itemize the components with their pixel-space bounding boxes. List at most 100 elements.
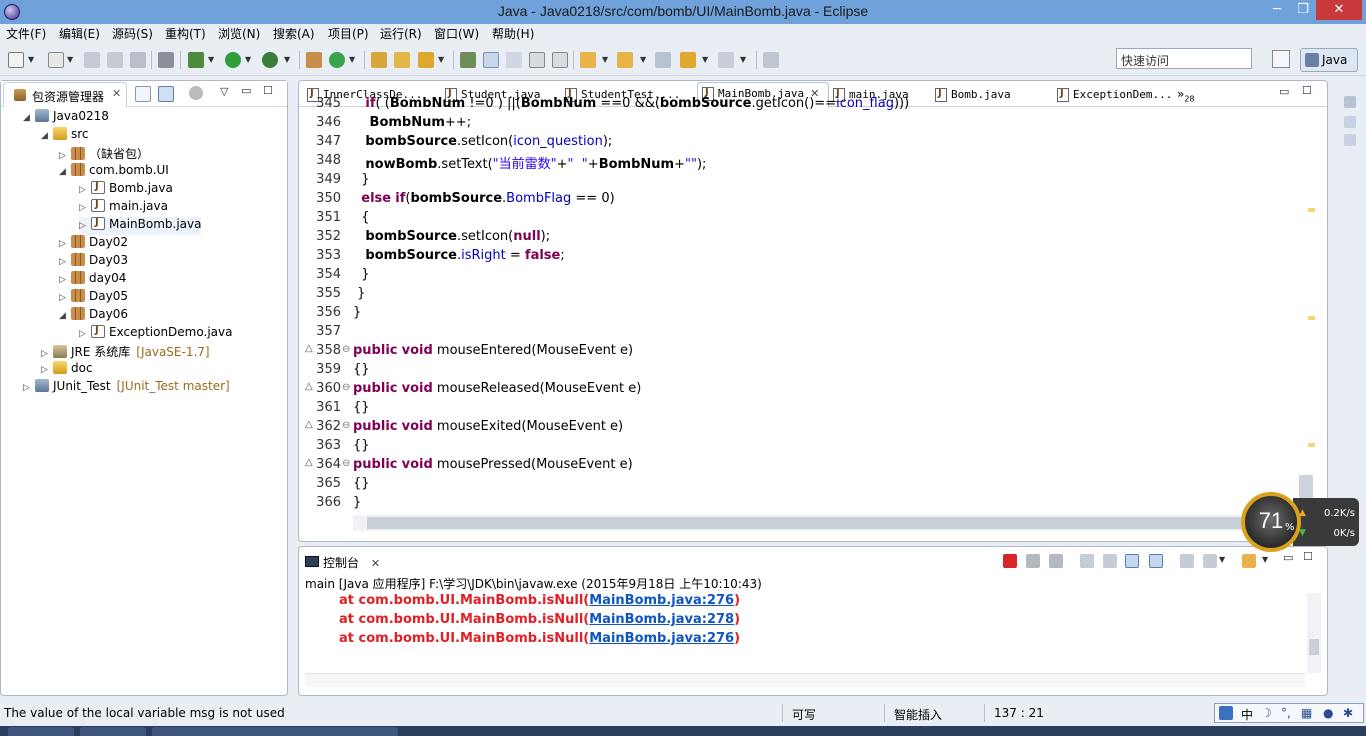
- collapsed-arrow-icon[interactable]: ▷: [41, 365, 53, 375]
- save-all-icon[interactable]: [107, 52, 123, 68]
- task-list-view-icon[interactable]: [1344, 134, 1356, 146]
- collapsed-arrow-icon[interactable]: ▷: [59, 239, 71, 249]
- annotation-icon[interactable]: [506, 52, 522, 68]
- mark-occurrences-icon[interactable]: [483, 52, 499, 68]
- tree-item-day04[interactable]: ▷ day04: [59, 271, 126, 289]
- overview-ruler-marker[interactable]: [1308, 316, 1315, 320]
- skip-breakpoints-icon[interactable]: [158, 52, 174, 68]
- ime-halfwidth-icon[interactable]: ☽: [1261, 706, 1272, 720]
- debug-dropdown-icon[interactable]: ▼: [208, 55, 214, 64]
- display-console-icon[interactable]: [1203, 554, 1217, 568]
- tree-item-com-bomb-ui[interactable]: ◢ com.bomb.UI: [59, 163, 169, 181]
- pin-editor-icon[interactable]: [763, 52, 779, 68]
- tree-item-day02[interactable]: ▷ Day02: [59, 235, 128, 253]
- debug-icon[interactable]: [188, 52, 204, 68]
- collapsed-arrow-icon[interactable]: ▷: [79, 185, 91, 195]
- taskbar-eclipse-icon[interactable]: [210, 727, 276, 736]
- close-button[interactable]: ✕: [1316, 0, 1362, 20]
- collapsed-arrow-icon[interactable]: ▷: [23, 383, 35, 393]
- editor-tab[interactable]: Bomb.java: [931, 84, 1051, 107]
- scroll-lock-icon[interactable]: [1103, 554, 1117, 568]
- overview-ruler-marker[interactable]: [1308, 208, 1315, 212]
- new-class-dropdown-icon[interactable]: ▼: [349, 55, 355, 64]
- prev-annotation-icon[interactable]: [617, 52, 633, 68]
- print-icon[interactable]: [130, 52, 146, 68]
- prev-annotation-dropdown-icon[interactable]: ▼: [640, 55, 646, 64]
- editor-tab[interactable]: ExceptionDem...: [1053, 84, 1177, 107]
- taskbar-app-icon[interactable]: [332, 727, 398, 736]
- tree-item-bomb-java[interactable]: ▷ Bomb.java: [79, 181, 173, 199]
- collapsed-arrow-icon[interactable]: ▷: [79, 203, 91, 213]
- collapsed-arrow-icon[interactable]: ▷: [59, 293, 71, 303]
- tree-item-default-package[interactable]: ▷ （缺省包）: [59, 145, 149, 163]
- collapsed-arrow-icon[interactable]: ▷: [59, 257, 71, 267]
- back-dropdown-icon[interactable]: ▼: [702, 55, 708, 64]
- task-dropdown-icon[interactable]: ▼: [438, 55, 444, 64]
- open-perspective-icon[interactable]: [1272, 50, 1290, 68]
- console-horizontal-scrollbar[interactable]: [305, 673, 1305, 687]
- source-link[interactable]: MainBomb.java:276: [589, 593, 734, 608]
- taskbar-ie-icon[interactable]: [80, 727, 146, 736]
- open-console-dropdown-icon[interactable]: ▼: [1262, 555, 1268, 564]
- focus-icon[interactable]: [189, 86, 203, 100]
- outline-view-icon[interactable]: [1344, 116, 1356, 128]
- show-on-stdout-icon[interactable]: [1125, 554, 1139, 568]
- clear-console-icon[interactable]: [1080, 554, 1094, 568]
- open-console-icon[interactable]: [1242, 554, 1256, 568]
- menu-edit[interactable]: 编辑(E): [59, 25, 100, 42]
- code-area[interactable]: 345 if( (BombNum !=0 ) ||(BombNum ==0 &&…: [299, 96, 1299, 515]
- tree-item-junit-test[interactable]: ▷ JUnit_Test [JUnit_Test master]: [23, 379, 230, 397]
- new-wizard-icon[interactable]: [48, 52, 64, 68]
- tab-package-explorer[interactable]: 包资源管理器 ✕: [3, 82, 127, 107]
- back-icon[interactable]: [680, 52, 696, 68]
- taskbar-app-icon[interactable]: [152, 727, 218, 736]
- ime-keyboard-icon[interactable]: ▦: [1301, 706, 1312, 720]
- tree-item-day06[interactable]: ◢ Day06: [59, 307, 128, 325]
- next-annotation-dropdown-icon[interactable]: ▼: [602, 55, 608, 64]
- restore-icon[interactable]: [1344, 96, 1356, 108]
- menu-search[interactable]: 搜索(A): [273, 25, 315, 42]
- maximize-view-icon[interactable]: ☐: [263, 84, 273, 97]
- display-console-dropdown-icon[interactable]: ▼: [1219, 555, 1225, 564]
- tree-item-day05[interactable]: ▷ Day05: [59, 289, 128, 307]
- fold-collapse-icon[interactable]: ⊖: [342, 420, 350, 431]
- new-icon[interactable]: [8, 52, 24, 68]
- ime-mode[interactable]: 中: [1241, 706, 1253, 723]
- fold-collapse-icon[interactable]: ⊖: [342, 344, 350, 355]
- terminate-icon[interactable]: [1003, 554, 1017, 568]
- ime-toolbar[interactable]: 中 ☽ °, ▦ ● ✱: [1214, 703, 1364, 723]
- open-folder-icon[interactable]: [394, 52, 410, 68]
- collapsed-arrow-icon[interactable]: ▷: [41, 349, 53, 359]
- expanded-arrow-icon[interactable]: ◢: [41, 131, 53, 141]
- remove-launch-icon[interactable]: [1026, 554, 1040, 568]
- tree-item-doc[interactable]: ▷ doc: [41, 361, 93, 379]
- pin-console-icon[interactable]: [1180, 554, 1194, 568]
- minimize-console-icon[interactable]: ▭: [1283, 551, 1293, 564]
- save-icon[interactable]: [84, 52, 100, 68]
- external-tools-dropdown-icon[interactable]: ▼: [284, 55, 290, 64]
- forward-dropdown-icon[interactable]: ▼: [740, 55, 746, 64]
- fold-collapse-icon[interactable]: ⊖: [342, 382, 350, 393]
- new-java-class-icon[interactable]: [329, 52, 345, 68]
- maximize-button[interactable]: ❐: [1290, 0, 1316, 20]
- link-with-editor-icon[interactable]: [158, 86, 174, 102]
- show-on-stderr-icon[interactable]: [1149, 554, 1163, 568]
- collapsed-arrow-icon[interactable]: ▷: [59, 275, 71, 285]
- tree-item-main-java[interactable]: ▷ main.java: [79, 199, 168, 217]
- forward-icon[interactable]: [718, 52, 734, 68]
- ime-punctuation-icon[interactable]: °,: [1281, 706, 1291, 720]
- new-java-package-icon[interactable]: [306, 52, 322, 68]
- minimize-view-icon[interactable]: ▭: [241, 84, 251, 97]
- external-tools-icon[interactable]: [262, 52, 278, 68]
- ime-settings-icon[interactable]: ✱: [1343, 706, 1353, 720]
- tab-overflow-button[interactable]: »28: [1177, 87, 1195, 103]
- open-type-icon[interactable]: [371, 52, 387, 68]
- minimize-button[interactable]: ─: [1264, 0, 1290, 20]
- maximize-console-icon[interactable]: ☐: [1303, 550, 1313, 563]
- new-dropdown-icon[interactable]: ▼: [28, 55, 34, 64]
- expanded-arrow-icon[interactable]: ◢: [59, 167, 71, 177]
- open-task-icon[interactable]: [418, 52, 434, 68]
- block-selection-icon[interactable]: [529, 52, 545, 68]
- tree-item-jre-library[interactable]: ▷ JRE 系统库 [JavaSE-1.7]: [41, 343, 210, 361]
- console-vertical-scrollbar-track[interactable]: [1307, 593, 1321, 673]
